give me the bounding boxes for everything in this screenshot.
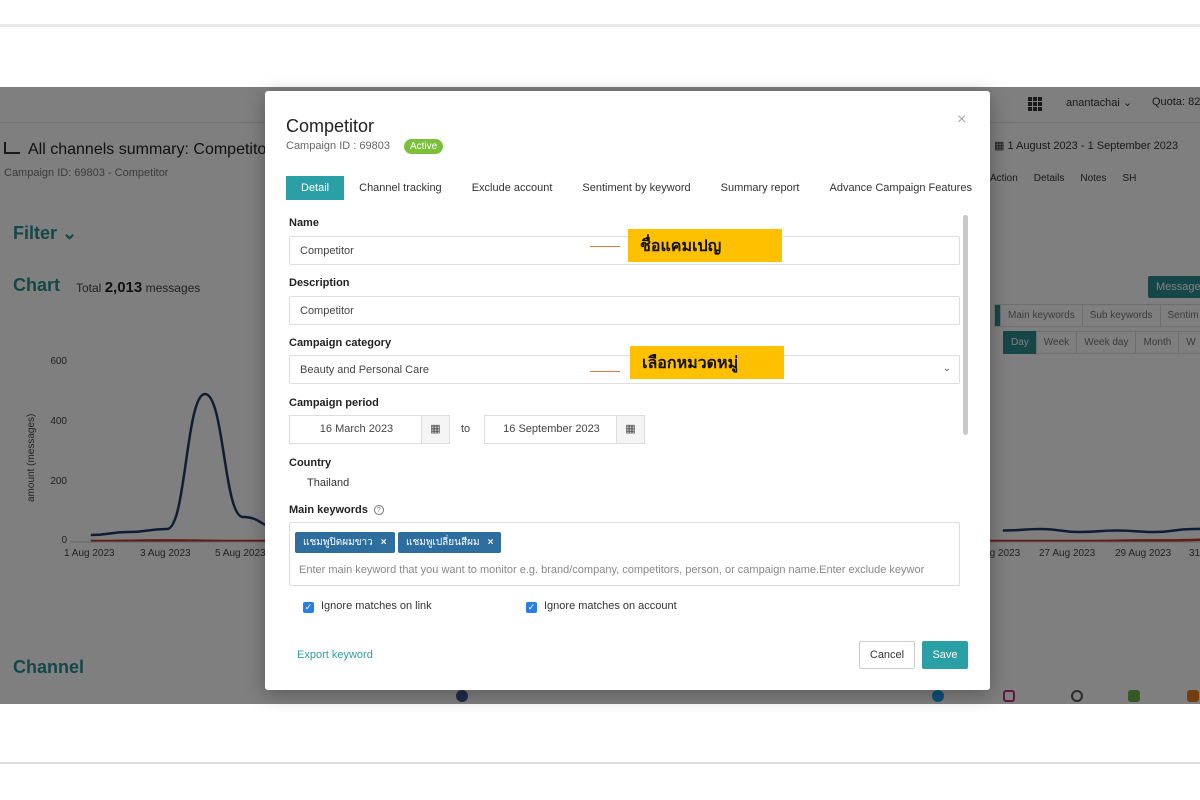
start-date-value: 16 March 2023 (319, 423, 394, 435)
tab-sentiment-by-keyword[interactable]: Sentiment by keyword (567, 176, 705, 200)
keyword-chip: แชมพูปิดผมขาว × (295, 532, 395, 553)
campaign-modal: Competitor × Campaign ID : 69803 Active … (265, 91, 990, 690)
name-input[interactable]: Competitor (289, 236, 960, 265)
category-select[interactable]: Beauty and Personal Care ⌄ (289, 355, 960, 384)
end-date-value: 16 September 2023 (503, 423, 600, 435)
description-input[interactable]: Competitor (289, 296, 960, 325)
tab-detail[interactable]: Detail (286, 176, 345, 200)
category-label: Campaign category (289, 337, 392, 349)
chevron-down-icon: ⌄ (942, 363, 951, 374)
save-button[interactable]: Save (922, 641, 968, 669)
top-divider (0, 24, 1200, 27)
tab-exclude-account[interactable]: Exclude account (457, 176, 568, 200)
bottom-divider (0, 762, 1200, 764)
start-date-field[interactable]: 16 March 2023 ▦ (289, 415, 450, 444)
country-value: Thailand (307, 477, 350, 489)
checkmark-icon: ✓ (526, 602, 537, 613)
tab-summary-report[interactable]: Summary report (706, 176, 815, 200)
to-label: to (461, 423, 471, 435)
calendar-icon[interactable]: ▦ (616, 416, 644, 443)
end-date-field[interactable]: 16 September 2023 ▦ (484, 415, 645, 444)
keywords-input[interactable]: แชมพูปิดผมขาว × แชมพูเปลี่ยนสีผม × Enter m… (289, 522, 960, 586)
callout-connector (590, 371, 620, 372)
category-callout: เลือกหมวดหมู่ (630, 346, 784, 379)
name-callout: ชื่อแคมเปญ (628, 229, 782, 262)
keywords-label: Main keywords? (289, 504, 384, 516)
keyword-chip: แชมพูเปลี่ยนสีผม × (398, 532, 502, 553)
remove-chip-icon[interactable]: × (381, 537, 387, 548)
ignore-account-checkbox[interactable]: ✓ Ignore matches on account (526, 600, 677, 613)
keyword-placeholder: Enter main keyword that you want to moni… (299, 564, 925, 576)
status-badge: Active (404, 139, 444, 154)
callout-connector (590, 246, 620, 247)
calendar-icon[interactable]: ▦ (421, 416, 449, 443)
tab-advance-campaign-features[interactable]: Advance Campaign Features (814, 176, 986, 200)
period-label: Campaign period (289, 397, 379, 409)
close-icon[interactable]: × (957, 111, 966, 129)
export-keyword-link[interactable]: Export keyword (297, 649, 373, 661)
modal-tabs: Detail Channel tracking Exclude account … (286, 176, 987, 200)
checkmark-icon: ✓ (303, 602, 314, 613)
help-icon[interactable]: ? (373, 505, 384, 516)
ignore-link-checkbox[interactable]: ✓ Ignore matches on link (303, 600, 432, 613)
scrollbar[interactable] (963, 215, 968, 435)
cancel-button[interactable]: Cancel (859, 641, 915, 669)
remove-chip-icon[interactable]: × (488, 537, 494, 548)
name-label: Name (289, 217, 319, 229)
description-label: Description (289, 277, 350, 289)
modal-title: Competitor (286, 116, 375, 136)
tab-channel-tracking[interactable]: Channel tracking (344, 176, 457, 200)
country-label: Country (289, 457, 332, 469)
campaign-id: Campaign ID : 69803 (286, 140, 390, 152)
category-value: Beauty and Personal Care (300, 364, 430, 376)
